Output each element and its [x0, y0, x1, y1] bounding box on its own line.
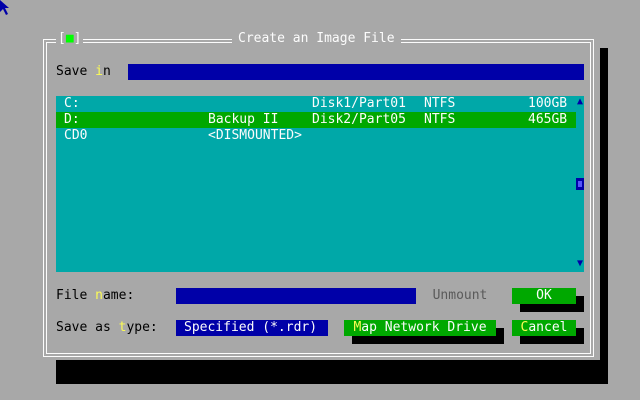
- ok-button[interactable]: OK: [512, 288, 576, 304]
- drive-size: 100GB: [528, 96, 568, 111]
- drive-label: Backup II: [208, 112, 279, 127]
- drive-size: 465GB: [528, 112, 568, 127]
- scroll-down-arrow-icon[interactable]: ▼: [576, 258, 584, 270]
- save-in-dropdown[interactable]: [128, 64, 584, 80]
- drive-list[interactable]: C: Disk1/Part01 NTFS 100GB D: Backup II …: [56, 96, 576, 272]
- mouse-pointer-icon: [0, 0, 9, 15]
- cancel-button[interactable]: Cancel: [512, 320, 576, 336]
- cancel-button-shadow: [576, 328, 584, 336]
- scroll-thumb[interactable]: [576, 178, 584, 190]
- drive-fs: NTFS: [424, 112, 456, 127]
- drive-name: C:: [64, 96, 80, 111]
- save-as-type-dropdown[interactable]: Specified (*.rdr): [176, 320, 328, 336]
- dialog-title: Create an Image File: [232, 31, 401, 47]
- list-scrollbar[interactable]: ▲ ▼: [576, 96, 584, 272]
- unmount-button[interactable]: Unmount: [424, 288, 496, 304]
- map-network-drive-shadow: [496, 328, 504, 336]
- ok-button-shadow: [520, 304, 584, 312]
- list-item[interactable]: C: Disk1/Part01 NTFS 100GB: [56, 96, 576, 112]
- map-network-drive-shadow: [352, 336, 504, 344]
- list-item[interactable]: CD0 <DISMOUNTED>: [56, 128, 576, 144]
- scroll-up-arrow-icon[interactable]: ▲: [576, 96, 584, 108]
- drive-partition: Disk1/Part01: [312, 96, 406, 111]
- cancel-button-shadow: [520, 336, 584, 344]
- file-name-field[interactable]: [176, 288, 416, 304]
- list-item[interactable]: D: Backup II Disk2/Part05 NTFS 465GB: [56, 112, 576, 128]
- drive-fs: NTFS: [424, 96, 456, 111]
- drive-name: D:: [64, 112, 80, 127]
- save-as-type-label: Save as type:: [56, 320, 158, 335]
- map-network-drive-button[interactable]: Map Network Drive: [344, 320, 496, 336]
- ok-button-shadow: [576, 296, 584, 304]
- save-in-label: Save in: [56, 64, 111, 79]
- drive-label: <DISMOUNTED>: [208, 128, 302, 143]
- drive-partition: Disk2/Part05: [312, 112, 406, 127]
- drive-name: CD0: [64, 128, 88, 143]
- close-box-icon[interactable]: [■]: [56, 31, 84, 47]
- file-name-label: File name:: [56, 288, 135, 303]
